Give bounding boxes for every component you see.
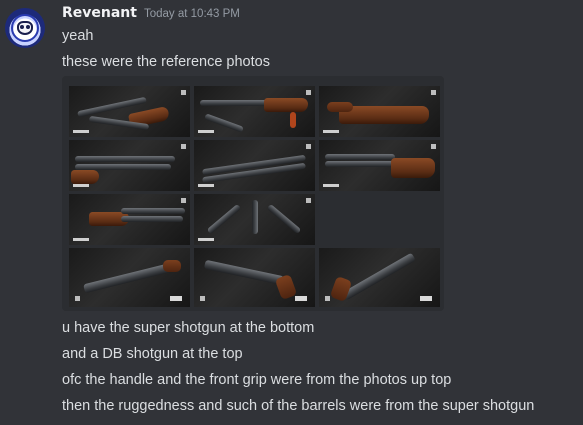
reference-photo-thumbnail[interactable]	[69, 86, 190, 137]
chat-message: Revenant Today at 10:43 PM yeah these we…	[0, 0, 583, 425]
avatar-eye-left	[20, 25, 24, 29]
avatar-eye-right	[26, 25, 30, 29]
message-line: then the ruggedness and such of the barr…	[62, 398, 535, 414]
reference-photo-thumbnail[interactable]	[319, 140, 440, 191]
reference-photo-thumbnail[interactable]	[69, 194, 190, 245]
message-line: these were the reference photos	[62, 54, 270, 70]
reference-photo-thumbnail[interactable]	[319, 248, 440, 307]
reference-photo-thumbnail[interactable]	[194, 248, 315, 307]
reference-photo-thumbnail[interactable]	[69, 248, 190, 307]
image-attachment-gallery[interactable]	[62, 76, 444, 311]
reference-photo-thumbnail[interactable]	[319, 86, 440, 137]
reference-photo-thumbnail[interactable]	[194, 86, 315, 137]
avatar[interactable]	[5, 8, 45, 48]
message-line: u have the super shotgun at the bottom	[62, 320, 315, 336]
timestamp[interactable]: Today at 10:43 PM	[144, 8, 240, 20]
message-line: ofc the handle and the front grip were f…	[62, 372, 452, 388]
message-line: and a DB shotgun at the top	[62, 346, 243, 362]
reference-photo-thumbnail[interactable]	[194, 140, 315, 191]
message-line: yeah	[62, 28, 94, 44]
username[interactable]: Revenant	[62, 5, 137, 21]
reference-photo-thumbnail[interactable]	[194, 194, 315, 245]
message-header: Revenant Today at 10:43 PM	[62, 5, 240, 25]
reference-photo-thumbnail[interactable]	[69, 140, 190, 191]
